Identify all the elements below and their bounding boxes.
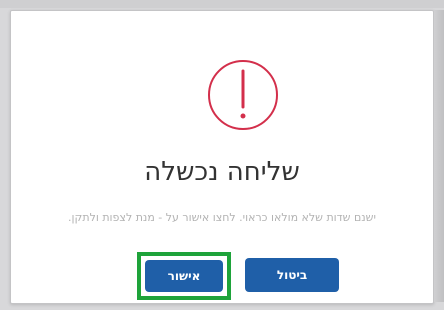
dialog-title: שליחה נכשלה: [144, 157, 300, 187]
confirm-button[interactable]: אישור: [145, 260, 223, 292]
cancel-button[interactable]: ביטול: [245, 258, 339, 292]
dialog-message: ישנם שדות שלא מולאו כראוי. לחצו אישור על…: [68, 211, 376, 224]
background-edge: [434, 10, 444, 302]
alert-circle-icon: [203, 55, 283, 135]
error-dialog: שליחה נכשלה ישנם שדות שלא מולאו כראוי. ל…: [10, 10, 434, 304]
background-frame: [0, 0, 444, 8]
